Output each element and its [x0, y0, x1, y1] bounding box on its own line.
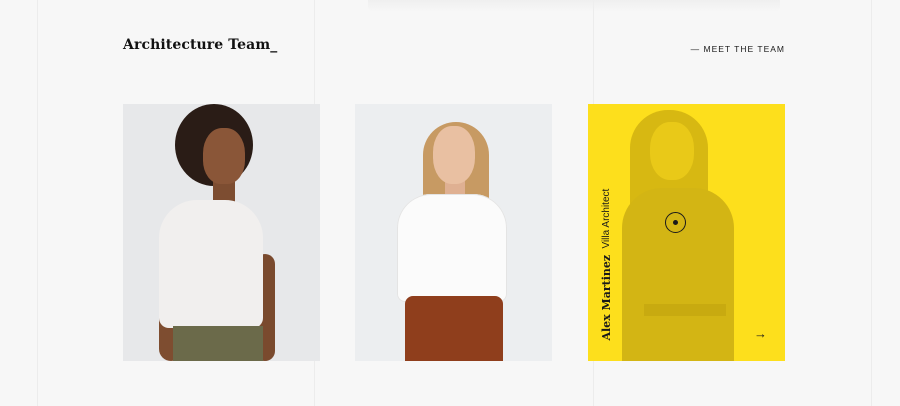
- member-name: Alex Martinez: [600, 255, 613, 341]
- member-caption: Alex Martinez Villa Architect: [600, 189, 613, 341]
- team-card-1[interactable]: [123, 104, 320, 361]
- team-card-2[interactable]: [355, 104, 552, 361]
- arrow-right-icon[interactable]: →: [754, 326, 767, 341]
- grid-line: [37, 0, 38, 406]
- team-card-3[interactable]: Alex Martinez Villa Architect →: [588, 104, 785, 361]
- grid-line: [871, 0, 872, 406]
- section-title: Architecture Team_: [123, 37, 278, 53]
- member-role: Villa Architect: [601, 189, 612, 250]
- top-bar-shadow: [368, 0, 780, 12]
- meet-the-team-link[interactable]: — MEET THE TEAM: [691, 44, 785, 54]
- target-icon[interactable]: [665, 212, 686, 233]
